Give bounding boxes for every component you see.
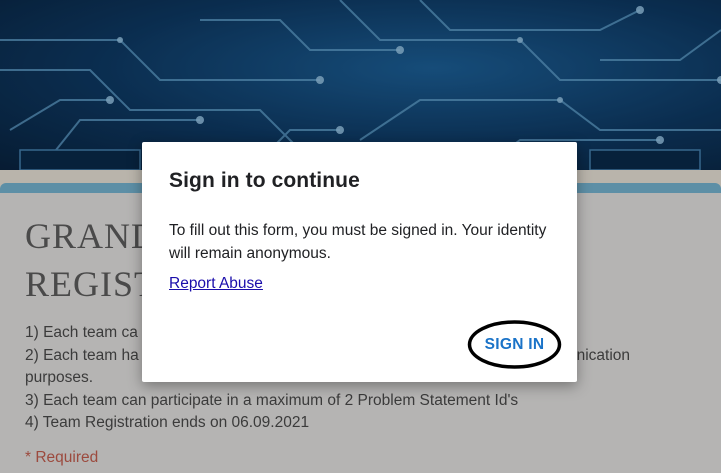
rule-4: 4) Team Registration ends on 06.09.2021 — [25, 414, 310, 431]
form-title-line-2: REGIST — [25, 264, 157, 304]
required-note: * Required — [25, 449, 99, 466]
form-title-line-1: GRAND — [25, 216, 159, 256]
report-abuse-link[interactable]: Report Abuse — [169, 275, 263, 293]
dialog-message: To fill out this form, you must be signe… — [169, 222, 547, 262]
dialog-title: Sign in to continue — [169, 169, 360, 192]
form-title: GRAND REGIST — [25, 212, 158, 308]
sign-in-dialog: Sign in to continue To fill out this for… — [142, 142, 577, 382]
sign-in-button-area: SIGN IN — [467, 320, 562, 369]
sign-in-button[interactable]: SIGN IN — [467, 320, 562, 369]
rule-2-end: unication — [568, 346, 631, 364]
rule-2-start: 2) Each team ha — [25, 346, 139, 364]
rule-3: 3) Each team can participate in a maximu… — [25, 391, 519, 409]
